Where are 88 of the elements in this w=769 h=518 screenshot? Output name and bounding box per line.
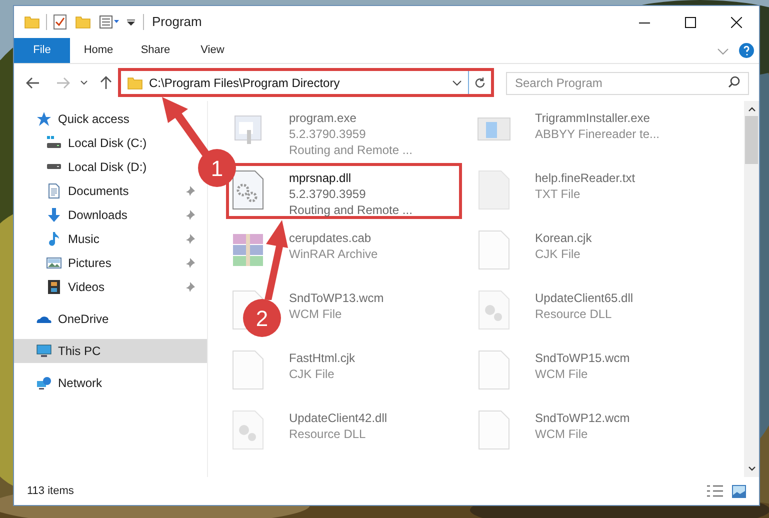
refresh-icon[interactable] [474,76,486,88]
ribbon-tab[interactable]: Share [127,38,184,63]
sidebar-item[interactable]: Quick access [14,107,138,131]
help-icon[interactable] [739,43,754,58]
sidebar-item[interactable]: Videos [14,275,207,299]
chevron-down-icon[interactable] [80,80,88,86]
pin-icon[interactable] [185,186,195,196]
gear-file-icon [477,290,511,330]
file-detail: ABBYY Finereader te... [535,126,660,142]
sidebar-item[interactable]: Network [14,371,110,395]
pin-icon[interactable] [185,258,195,268]
scrollbar[interactable] [744,101,759,477]
scrollbar-thumb[interactable] [745,116,758,164]
pin-icon[interactable] [185,234,195,244]
sidebar-item[interactable]: Local Disk (C:) [14,131,155,155]
dropdown-caret-icon[interactable] [127,18,135,26]
network-icon [36,375,52,391]
maximize-icon [684,16,696,28]
gear-file-icon [231,410,265,450]
file-detail: Resource DLL [535,306,613,322]
file-icon [477,230,511,270]
file-name[interactable]: Korean.cjk [535,230,592,246]
sidebar-item[interactable]: Pictures [14,251,207,275]
sidebar-item[interactable]: OneDrive [14,307,117,331]
file-name[interactable]: TrigrammInstaller.exe [535,110,660,126]
up-arrow-icon[interactable] [100,76,112,90]
chevron-down-icon[interactable] [748,466,756,472]
file-detail: WCM File [535,426,589,442]
sidebar-item[interactable]: This PC [14,339,207,363]
ribbon-tab[interactable]: View [184,38,241,63]
picture-icon [46,255,62,271]
close-icon [730,16,742,28]
address-path: C:\Program Files\Program Directory [149,74,341,92]
ribbon-tab[interactable]: Home [70,38,127,63]
drive-icon [46,164,62,170]
file-icon [231,350,265,390]
file-name[interactable]: mprsnap.dll [289,170,412,186]
download-arrow-icon [46,207,62,223]
music-note-icon [46,231,62,247]
monitor-icon [36,343,52,359]
item-count: 113 items [27,484,75,499]
file-detail: WinRAR Archive [289,246,378,262]
chevron-down-icon[interactable] [452,78,462,86]
file-name[interactable]: help.fineReader.txt [535,170,636,186]
file-detail: 5.2.3790.3959 [289,186,367,202]
search-icon[interactable] [728,76,740,88]
file-name[interactable]: SndToWP15.wcm [535,350,630,366]
document-icon [46,183,62,199]
properties-icon[interactable] [99,15,121,29]
file-icon [477,170,511,210]
file-detail: TXT File [535,186,582,202]
sidebar-item[interactable]: Local Disk (D:) [14,155,155,179]
file-name[interactable]: UpdateClient65.dll [535,290,634,306]
window-title: Program [152,13,202,32]
ribbon-tab[interactable]: File [14,38,70,63]
star-icon [36,111,52,127]
details-view-icon[interactable] [706,484,724,498]
file-name[interactable]: UpdateClient42.dll [289,410,388,426]
back-arrow-icon[interactable] [26,76,40,88]
drive-icon [46,135,62,151]
sidebar-item[interactable]: Downloads [14,203,207,227]
search-field[interactable]: Search Program [506,72,749,94]
file-name[interactable]: SndToWP12.wcm [535,410,630,426]
file-icon [477,350,511,390]
film-icon [46,279,62,295]
file-detail: 5.2.3790.3959 [289,126,367,142]
file-detail: Routing and Remote ... [289,142,412,158]
file-detail: WCM File [289,306,343,322]
checklist-icon[interactable] [53,14,67,30]
gear-file-icon [231,170,265,210]
file-name[interactable]: cerupdates.cab [289,230,378,246]
file-detail: Resource DLL [289,426,367,442]
file-name[interactable]: FastHtml.cjk [289,350,355,366]
arrow [160,97,210,157]
file-name[interactable]: SndToWP13.wcm [289,290,384,306]
file-icon [477,410,511,450]
folder-icon [127,74,143,90]
file-detail: CJK File [535,246,582,262]
chevron-up-icon[interactable] [748,106,756,112]
tiles-view-icon[interactable] [732,484,746,498]
sidebar-item[interactable]: Music [14,227,207,251]
address-bar[interactable]: C:\Program Files\Program Directory [118,68,494,97]
file-detail: Routing and Remote ... [289,202,412,218]
file-name[interactable]: program.exe [289,110,412,126]
pin-icon[interactable] [185,210,195,220]
file-detail: CJK File [289,366,336,382]
file-detail: WCM File [535,366,589,382]
pin-icon[interactable] [185,282,195,292]
